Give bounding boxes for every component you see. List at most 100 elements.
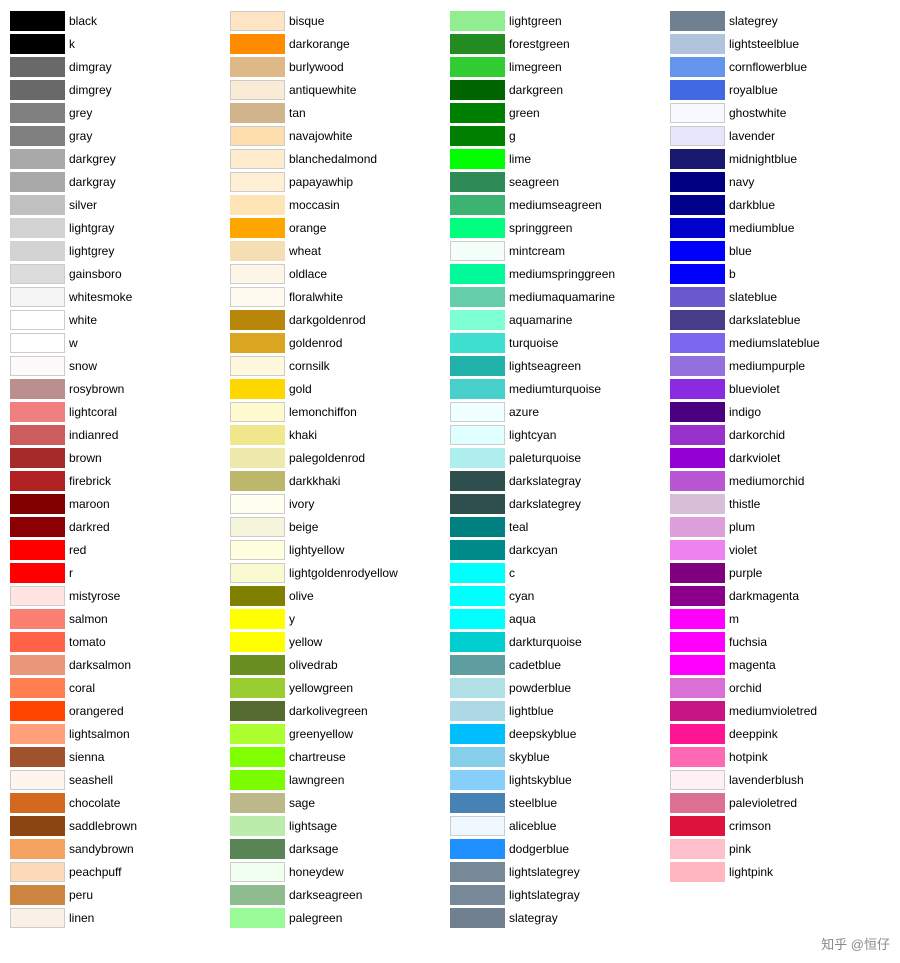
color-item: firebrick — [10, 470, 230, 492]
color-name-label: lightseagreen — [509, 359, 581, 373]
color-item: darkgoldenrod — [230, 309, 450, 331]
color-item: powderblue — [450, 677, 670, 699]
color-swatch — [230, 241, 285, 261]
color-item: antiquewhite — [230, 79, 450, 101]
color-name-label: black — [69, 14, 97, 28]
color-name-label: mediumaquamarine — [509, 290, 615, 304]
color-item: wheat — [230, 240, 450, 262]
color-item: lightsteelblue — [670, 33, 890, 55]
color-column-0: blackkdimgraydimgreygreygraydarkgreydark… — [10, 10, 230, 929]
color-item: darkorange — [230, 33, 450, 55]
color-swatch — [670, 563, 725, 583]
color-column-3: slategreylightsteelbluecornflowerblueroy… — [670, 10, 890, 929]
color-name-label: m — [729, 612, 739, 626]
color-swatch — [10, 609, 65, 629]
color-swatch — [670, 80, 725, 100]
color-name-label: lightslategray — [509, 888, 580, 902]
color-swatch — [670, 747, 725, 767]
color-swatch — [10, 632, 65, 652]
color-name-label: mediumseagreen — [509, 198, 602, 212]
color-swatch — [450, 287, 505, 307]
color-item: mediumspringgreen — [450, 263, 670, 285]
color-item: lightsalmon — [10, 723, 230, 745]
color-swatch — [230, 586, 285, 606]
color-name-label: darkgreen — [509, 83, 563, 97]
color-name-label: aqua — [509, 612, 536, 626]
color-swatch — [450, 494, 505, 514]
color-name-label: cadetblue — [509, 658, 561, 672]
color-item: slategrey — [670, 10, 890, 32]
color-item: beige — [230, 516, 450, 538]
color-item: orange — [230, 217, 450, 239]
color-item: tomato — [10, 631, 230, 653]
color-swatch — [450, 195, 505, 215]
color-swatch — [670, 241, 725, 261]
color-item: deeppink — [670, 723, 890, 745]
color-name-label: b — [729, 267, 736, 281]
color-item: turquoise — [450, 332, 670, 354]
color-name-label: ivory — [289, 497, 314, 511]
color-name-label: burlywood — [289, 60, 344, 74]
color-name-label: ghostwhite — [729, 106, 786, 120]
color-item: skyblue — [450, 746, 670, 768]
color-item: brown — [10, 447, 230, 469]
color-item: c — [450, 562, 670, 584]
color-name-label: saddlebrown — [69, 819, 137, 833]
color-name-label: steelblue — [509, 796, 557, 810]
color-name-label: darkgoldenrod — [289, 313, 366, 327]
color-swatch — [10, 747, 65, 767]
color-name-label: peachpuff — [69, 865, 122, 879]
color-name-label: navy — [729, 175, 754, 189]
color-swatch — [670, 425, 725, 445]
color-name-label: moccasin — [289, 198, 340, 212]
color-swatch — [10, 678, 65, 698]
color-swatch — [670, 126, 725, 146]
color-swatch — [230, 379, 285, 399]
color-swatch — [450, 57, 505, 77]
color-swatch — [10, 908, 65, 928]
color-item: cadetblue — [450, 654, 670, 676]
color-item: darkblue — [670, 194, 890, 216]
color-name-label: silver — [69, 198, 97, 212]
color-swatch — [670, 839, 725, 859]
color-item: cornflowerblue — [670, 56, 890, 78]
color-swatch — [230, 149, 285, 169]
color-name-label: palevioletred — [729, 796, 797, 810]
color-item: y — [230, 608, 450, 630]
color-swatch — [670, 11, 725, 31]
color-item: royalblue — [670, 79, 890, 101]
color-item: darkturquoise — [450, 631, 670, 653]
color-swatch — [230, 678, 285, 698]
color-name-label: blanchedalmond — [289, 152, 377, 166]
color-swatch — [10, 402, 65, 422]
color-swatch — [670, 195, 725, 215]
color-name-label: darkkhaki — [289, 474, 340, 488]
watermark: 知乎 @恒仔 — [10, 929, 890, 953]
color-swatch — [10, 540, 65, 560]
color-item: indigo — [670, 401, 890, 423]
color-item: mediumturquoise — [450, 378, 670, 400]
color-swatch — [450, 678, 505, 698]
color-name-label: palegoldenrod — [289, 451, 365, 465]
color-item: w — [10, 332, 230, 354]
color-name-label: lightsalmon — [69, 727, 130, 741]
color-item: lightgoldenrodyellow — [230, 562, 450, 584]
color-name-label: olivedrab — [289, 658, 338, 672]
color-item: mediumseagreen — [450, 194, 670, 216]
color-swatch — [10, 586, 65, 606]
color-item: purple — [670, 562, 890, 584]
color-name-label: paleturquoise — [509, 451, 581, 465]
color-item: sandybrown — [10, 838, 230, 860]
color-swatch — [230, 195, 285, 215]
color-swatch — [230, 839, 285, 859]
color-swatch — [230, 724, 285, 744]
color-name-label: peru — [69, 888, 93, 902]
color-swatch — [230, 632, 285, 652]
color-swatch — [670, 724, 725, 744]
color-item: aqua — [450, 608, 670, 630]
color-item: blanchedalmond — [230, 148, 450, 170]
color-swatch — [450, 402, 505, 422]
color-item: darkgreen — [450, 79, 670, 101]
color-name-label: darkolivegreen — [289, 704, 368, 718]
color-swatch — [450, 11, 505, 31]
